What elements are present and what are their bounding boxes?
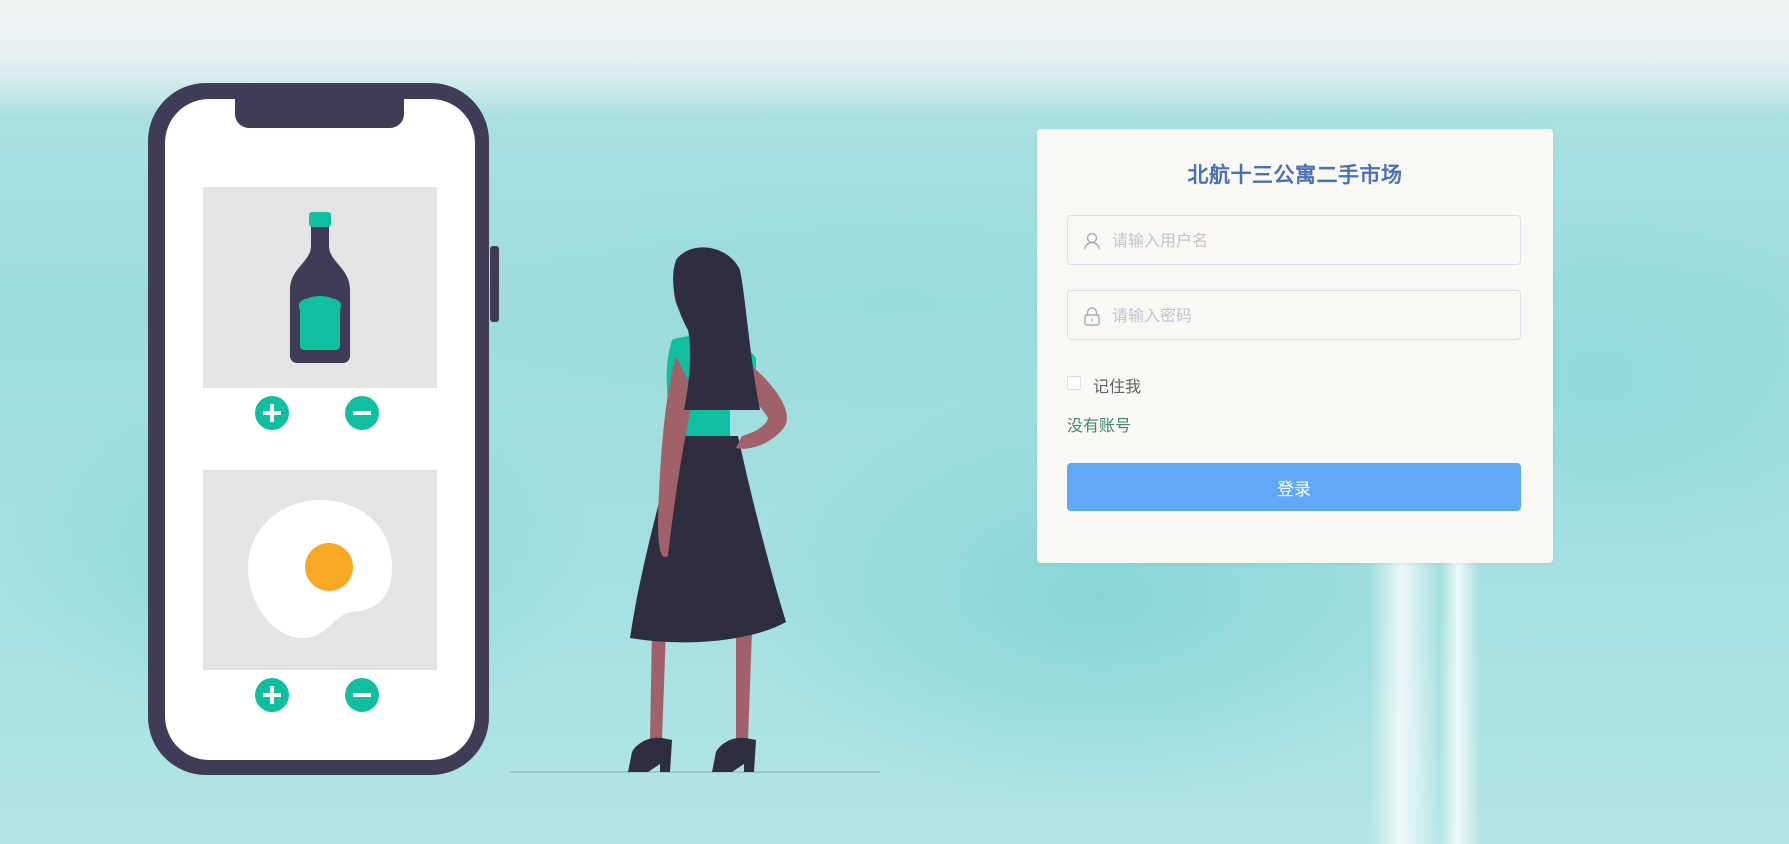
minus-icon[interactable] — [345, 678, 379, 712]
user-icon — [1083, 232, 1101, 250]
minus-icon[interactable] — [345, 396, 379, 430]
woman-illustration — [628, 247, 787, 772]
phone-illustration — [148, 83, 499, 775]
plus-icon[interactable] — [255, 396, 289, 430]
remember-checkbox[interactable] — [1067, 376, 1081, 390]
plus-icon[interactable] — [255, 678, 289, 712]
lock-icon — [1084, 307, 1100, 326]
password-field[interactable] — [1067, 290, 1521, 340]
username-field[interactable] — [1067, 215, 1521, 265]
login-title: 北航十三公寓二手市场 — [1187, 163, 1403, 187]
remember-label: 记住我 — [1093, 377, 1142, 396]
register-link[interactable]: 没有账号 — [1067, 412, 1131, 436]
username-input[interactable] — [1112, 216, 1512, 264]
login-card: 北航十三公寓二手市场 记住我 没有账号 登录 — [1037, 129, 1553, 563]
login-button[interactable]: 登录 — [1067, 463, 1521, 511]
password-input[interactable] — [1112, 291, 1512, 339]
